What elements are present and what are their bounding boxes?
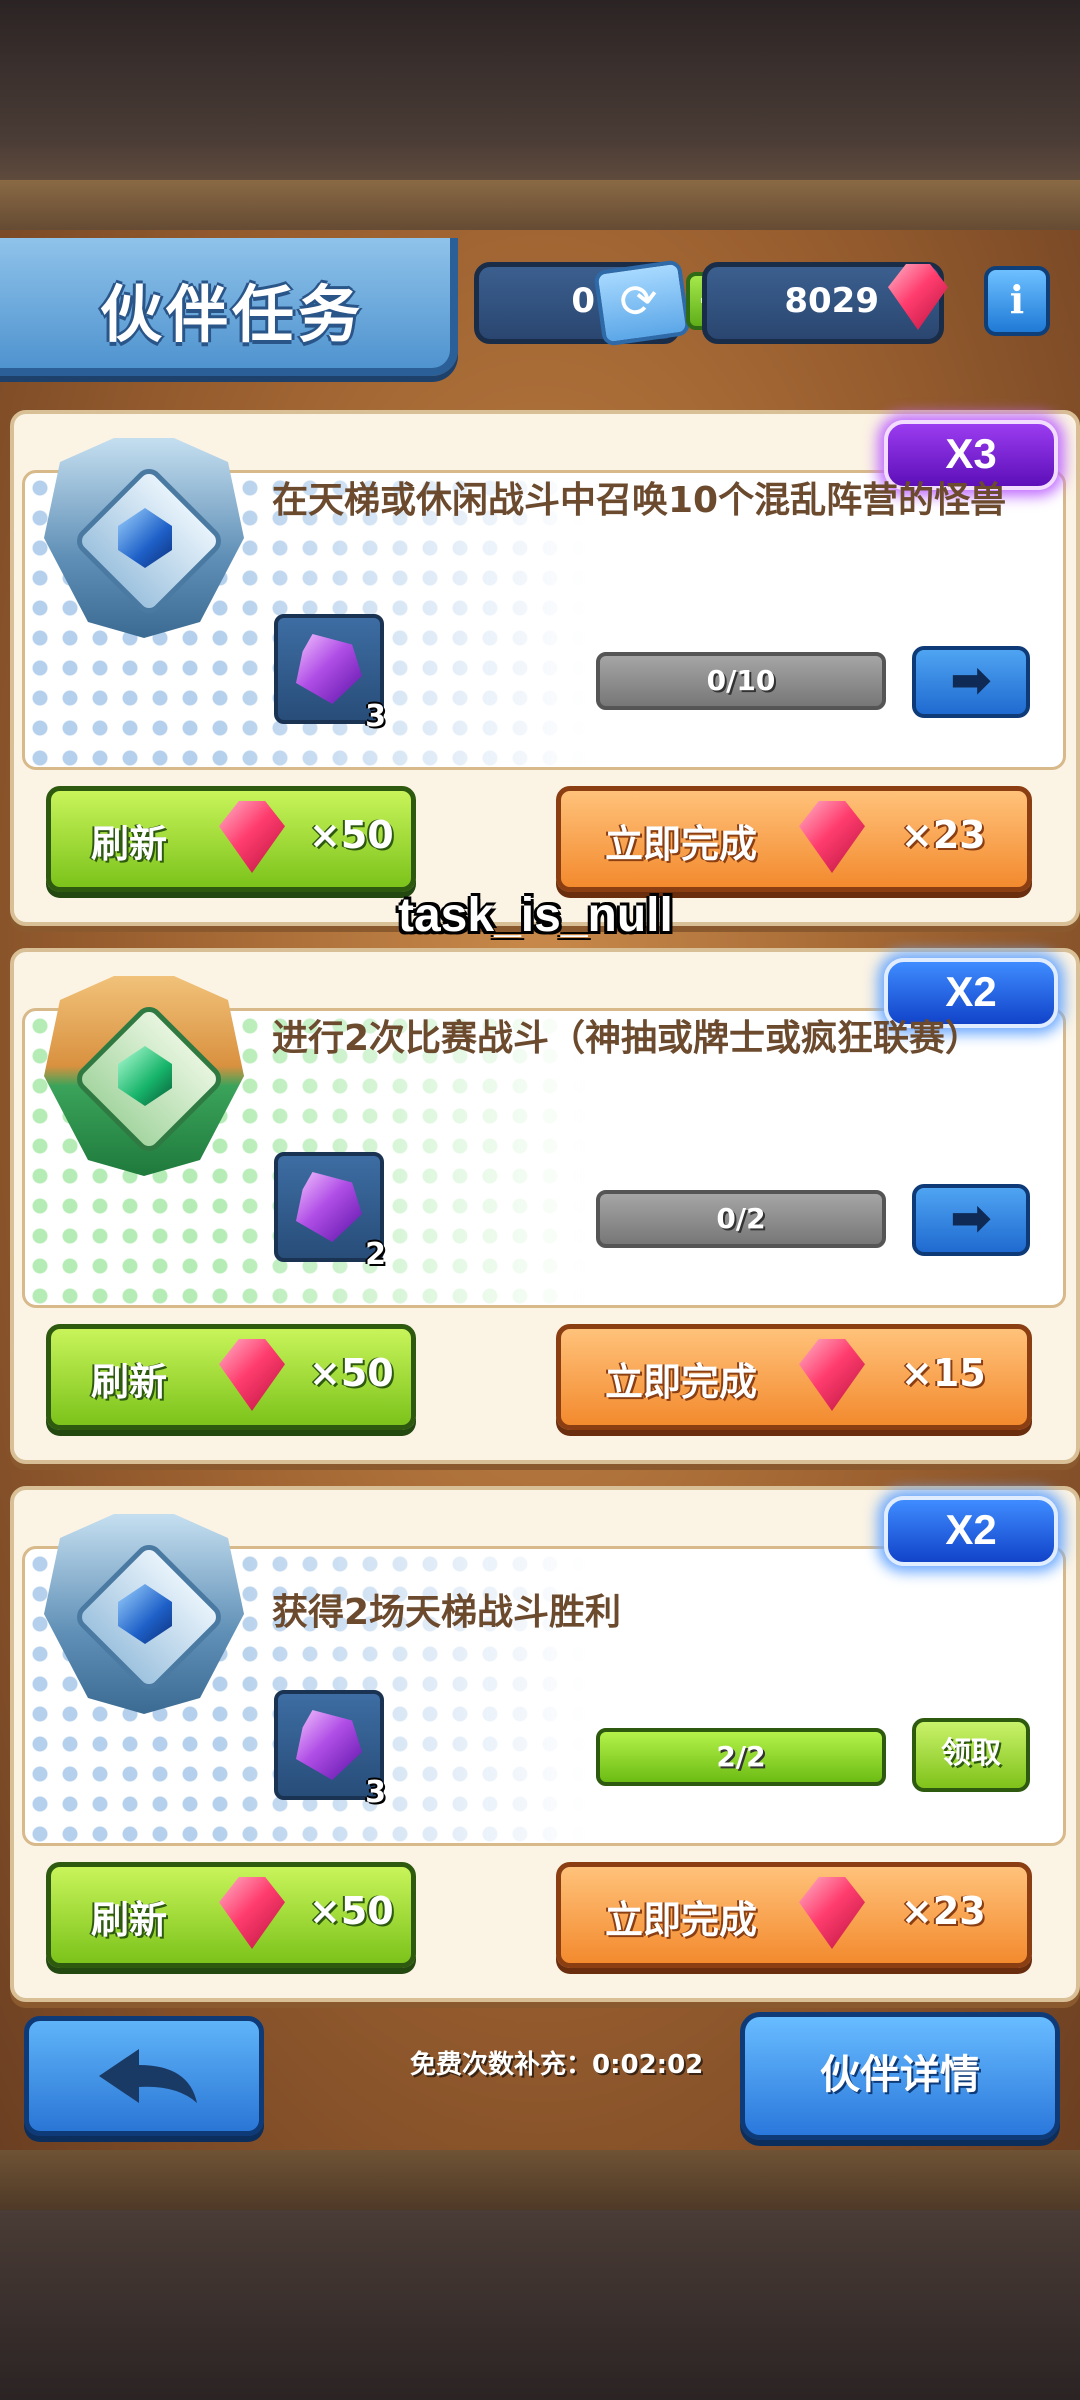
back-arrow-icon (99, 2049, 197, 2103)
task-description: 获得2场天梯战斗胜利 (272, 1592, 622, 1633)
purple-crystal-icon (296, 1172, 362, 1242)
reward-slot: 2 (274, 1152, 386, 1272)
go-to-task-button[interactable]: ➡ (912, 1184, 1030, 1256)
refresh-button[interactable]: 刷新 ×50 (46, 1862, 416, 1968)
go-to-task-button[interactable]: ➡ (912, 646, 1030, 718)
refresh-button[interactable]: 刷新 ×50 (46, 1324, 416, 1430)
back-button[interactable] (24, 2016, 264, 2136)
refresh-cost: ×50 (309, 1889, 394, 1933)
complete-now-button[interactable]: 立即完成 ×23 (556, 786, 1032, 892)
task-card: X2 进行2次比赛战斗（神抽或牌士或疯狂联赛） 2 0/2 ➡ 刷新 ×50 立… (10, 948, 1080, 1464)
arrow-right-icon: ➡ (950, 1189, 992, 1247)
refresh-button[interactable]: 刷新 ×50 (46, 786, 416, 892)
refresh-cost: ×50 (309, 813, 394, 857)
reward-slot: 3 (274, 614, 386, 734)
task-badge (34, 966, 254, 1186)
task-progress-bar: 2/2 (596, 1728, 886, 1786)
refresh-label: 刷新 (91, 1898, 168, 1942)
reward-count: 3 (365, 1775, 386, 1810)
info-button[interactable]: i (984, 266, 1050, 336)
purple-crystal-icon (296, 634, 362, 704)
complete-cost: ×23 (901, 1889, 986, 1933)
complete-now-button[interactable]: 立即完成 ×23 (556, 1862, 1032, 1968)
task-card: X2 获得2场天梯战斗胜利 3 2/2 领取 刷新 ×50 立即完成 ×23 (10, 1486, 1080, 2002)
background-bottom (0, 2210, 1080, 2400)
task-progress-bar: 0/10 (596, 652, 886, 710)
task-description: 在天梯或休闲战斗中召唤10个混乱阵营的怪兽 (272, 480, 1007, 521)
purple-crystal-icon (296, 1710, 362, 1780)
task-badge (34, 1504, 254, 1724)
gem-count: 8029 (784, 281, 879, 321)
refresh-label: 刷新 (91, 822, 168, 866)
refresh-cost: ×50 (309, 1351, 394, 1395)
complete-label: 立即完成 (605, 1898, 758, 1942)
complete-cost: ×15 (901, 1351, 986, 1395)
ticket-count: 0 (571, 281, 595, 321)
red-gem-icon (799, 801, 865, 873)
task-badge (34, 428, 254, 648)
red-gem-icon (219, 1877, 285, 1949)
task-progress-bar: 0/2 (596, 1190, 886, 1248)
partner-details-button[interactable]: 伙伴详情 (740, 2012, 1060, 2140)
complete-label: 立即完成 (605, 822, 758, 866)
arrow-right-icon: ➡ (950, 651, 992, 709)
task-card: X3 在天梯或休闲战斗中召唤10个混乱阵营的怪兽 3 0/10 ➡ 刷新 ×50… (10, 410, 1080, 926)
complete-now-button[interactable]: 立即完成 ×15 (556, 1324, 1032, 1430)
red-gem-icon (219, 1339, 285, 1411)
reward-slot: 3 (274, 1690, 386, 1810)
title-banner: 伙伴任务 (0, 238, 458, 376)
red-gem-icon (219, 801, 285, 873)
red-gem-icon (799, 1339, 865, 1411)
refresh-label: 刷新 (91, 1360, 168, 1404)
reward-count: 2 (365, 1237, 386, 1272)
refresh-ticket-icon (593, 259, 691, 347)
multiplier-badge: X2 (884, 1496, 1058, 1566)
complete-label: 立即完成 (605, 1360, 758, 1404)
background-top (0, 0, 1080, 200)
reward-count: 3 (365, 699, 386, 734)
task-description: 进行2次比赛战斗（神抽或牌士或疯狂联赛） (272, 1018, 982, 1059)
claim-button[interactable]: 领取 (912, 1718, 1030, 1792)
red-gem-icon (799, 1877, 865, 1949)
overlay-debug-label: task_is_null (398, 889, 673, 942)
free-refresh-timer: 免费次数补充：0:02:02 (410, 2050, 704, 2080)
complete-cost: ×23 (901, 813, 986, 857)
page-title: 伙伴任务 (100, 278, 365, 351)
